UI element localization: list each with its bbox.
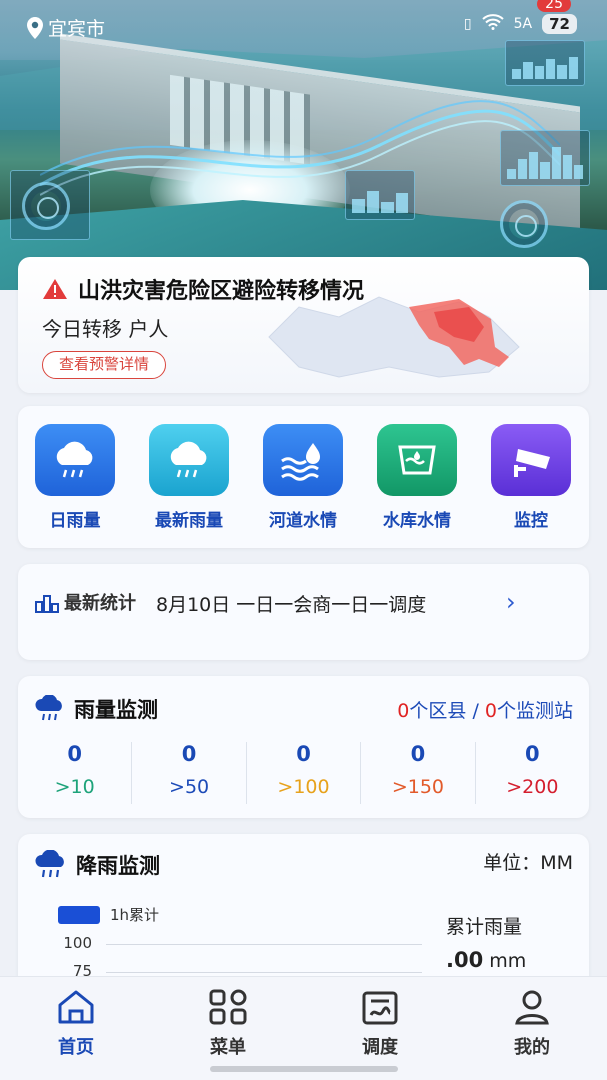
- rain-threshold-column[interactable]: 0 >10: [18, 742, 133, 804]
- tab-label: 菜单: [210, 1037, 246, 1058]
- rain-count: 0: [296, 742, 311, 766]
- rainfall-monitor-card: 降雨监测 单位：MM 1h累计 100 75 累计雨量 .00 mm: [18, 834, 589, 994]
- tab-home[interactable]: 首页: [26, 989, 126, 1059]
- rain-threshold-column[interactable]: 0 >150: [361, 742, 476, 804]
- grid-menu-icon: [209, 989, 247, 1025]
- vibrate-icon: ▯: [463, 16, 472, 32]
- view-warning-details-button[interactable]: 查看预警详情: [42, 351, 167, 379]
- data-flow-graphic: [40, 100, 560, 196]
- legend-swatch: [58, 905, 100, 924]
- chart-legend: 1h累计: [58, 904, 159, 925]
- alert-subtitle: 今日转移 户人: [42, 317, 169, 341]
- warning-icon: [43, 279, 67, 299]
- shortcut-river-water[interactable]: 河道水情: [253, 424, 353, 531]
- rain-count: 0: [525, 742, 540, 766]
- rain-monitor-summary[interactable]: 0个区县 / 0个监测站: [397, 696, 573, 723]
- rain-cloud-icon: [149, 424, 229, 496]
- grid-line: [106, 972, 422, 973]
- summary-separator: /: [472, 700, 479, 722]
- hud-chart: [500, 130, 590, 186]
- grid-line: [106, 944, 422, 945]
- rain-count: 0: [181, 742, 197, 766]
- reservoir-icon: [377, 424, 457, 496]
- cumulative-rainfall-value: .00 mm: [446, 948, 526, 972]
- rain-monitor-card: 雨量监测 0个区县 / 0个监测站 0 >10 0 >50 0 >100 0 >…: [18, 676, 589, 818]
- battery-indicator: 72: [542, 14, 577, 34]
- camera-icon: [491, 424, 571, 496]
- location-pin-icon: [27, 16, 43, 39]
- alert-card[interactable]: 山洪灾害危险区避险转移情况 今日转移 户人 查看预警详情: [18, 257, 589, 393]
- hud-chart: [345, 170, 415, 220]
- rain-threshold: >10: [54, 776, 95, 798]
- bottom-navigation: 首页 菜单 调度 我的: [0, 976, 607, 1080]
- location-label: 宜宾市: [48, 18, 106, 40]
- shortcut-label: 河道水情: [269, 511, 337, 531]
- tab-profile[interactable]: 我的: [482, 989, 582, 1059]
- stats-text: 8月10日 一日一会商一日一调度: [156, 594, 427, 616]
- water-wave-icon: [263, 424, 343, 496]
- dispatch-icon: [362, 991, 398, 1025]
- wifi-icon: [481, 14, 504, 34]
- latest-stats-card[interactable]: 最新统计 8月10日 一日一会商一日一调度 ›: [18, 564, 589, 660]
- status-bar: 宜宾市 ▯ 5A 72 25: [0, 0, 607, 52]
- tab-label: 调度: [362, 1037, 398, 1058]
- shortcut-label: 监控: [514, 511, 548, 531]
- rain-threshold: >200: [506, 776, 559, 798]
- hud-ring: [22, 182, 70, 230]
- rain-threshold-column[interactable]: 0 >50: [132, 742, 247, 804]
- home-indicator[interactable]: [210, 1066, 398, 1072]
- y-tick-label: 100: [63, 934, 92, 952]
- rain-threshold: >100: [277, 776, 330, 798]
- rainfall-unit: 单位：MM: [483, 852, 573, 874]
- storm-cloud-icon: [35, 850, 64, 878]
- districts-label: 个区县: [409, 700, 467, 722]
- rain-count: 0: [67, 742, 83, 766]
- legend-label: 1h累计: [110, 906, 160, 924]
- tab-dispatch[interactable]: 调度: [330, 989, 430, 1059]
- tab-menu[interactable]: 菜单: [178, 989, 278, 1059]
- home-icon: [58, 990, 94, 1024]
- rain-threshold-column[interactable]: 0 >200: [476, 742, 589, 804]
- shortcut-reservoir-water[interactable]: 水库水情: [367, 424, 467, 531]
- bar-chart-icon: [35, 595, 59, 613]
- districts-count: 0: [397, 700, 410, 722]
- rain-cloud-icon: [35, 695, 62, 721]
- rain-threshold-column[interactable]: 0 >100: [247, 742, 362, 804]
- rain-monitor-title: 雨量监测: [74, 698, 158, 722]
- alert-title: 山洪灾害危险区避险转移情况: [78, 279, 365, 304]
- stations-count: 0: [484, 700, 497, 722]
- rain-count: 0: [410, 742, 426, 766]
- rainfall-title: 降雨监测: [76, 854, 160, 878]
- stats-label: 最新统计: [64, 593, 136, 614]
- location-selector[interactable]: 宜宾市: [26, 14, 105, 41]
- cumulative-rainfall-label: 累计雨量: [446, 916, 523, 938]
- tab-label: 首页: [58, 1037, 94, 1058]
- shortcut-grid: 日雨量 最新雨量 河道水情 水库水情 监控: [18, 406, 589, 548]
- shortcut-monitoring[interactable]: 监控: [481, 424, 581, 531]
- tab-label: 我的: [514, 1037, 550, 1058]
- stations-label: 个监测站: [496, 700, 573, 722]
- rain-cloud-icon: [35, 424, 115, 496]
- shortcut-label: 最新雨量: [155, 511, 223, 531]
- notification-badge[interactable]: 25: [537, 0, 571, 12]
- rain-threshold: >150: [391, 776, 445, 798]
- hud-ring: [500, 200, 548, 248]
- signal-icon: 5A: [513, 16, 533, 32]
- rain-threshold: >50: [169, 776, 210, 798]
- cumulative-number: .00: [446, 948, 484, 972]
- user-icon: [515, 990, 549, 1025]
- shortcut-latest-rainfall[interactable]: 最新雨量: [139, 424, 239, 531]
- shortcut-daily-rainfall[interactable]: 日雨量: [25, 424, 125, 531]
- chevron-right-icon[interactable]: ›: [506, 588, 516, 616]
- shortcut-label: 日雨量: [49, 511, 101, 531]
- cumulative-unit: mm: [489, 950, 527, 972]
- shortcut-label: 水库水情: [383, 511, 451, 531]
